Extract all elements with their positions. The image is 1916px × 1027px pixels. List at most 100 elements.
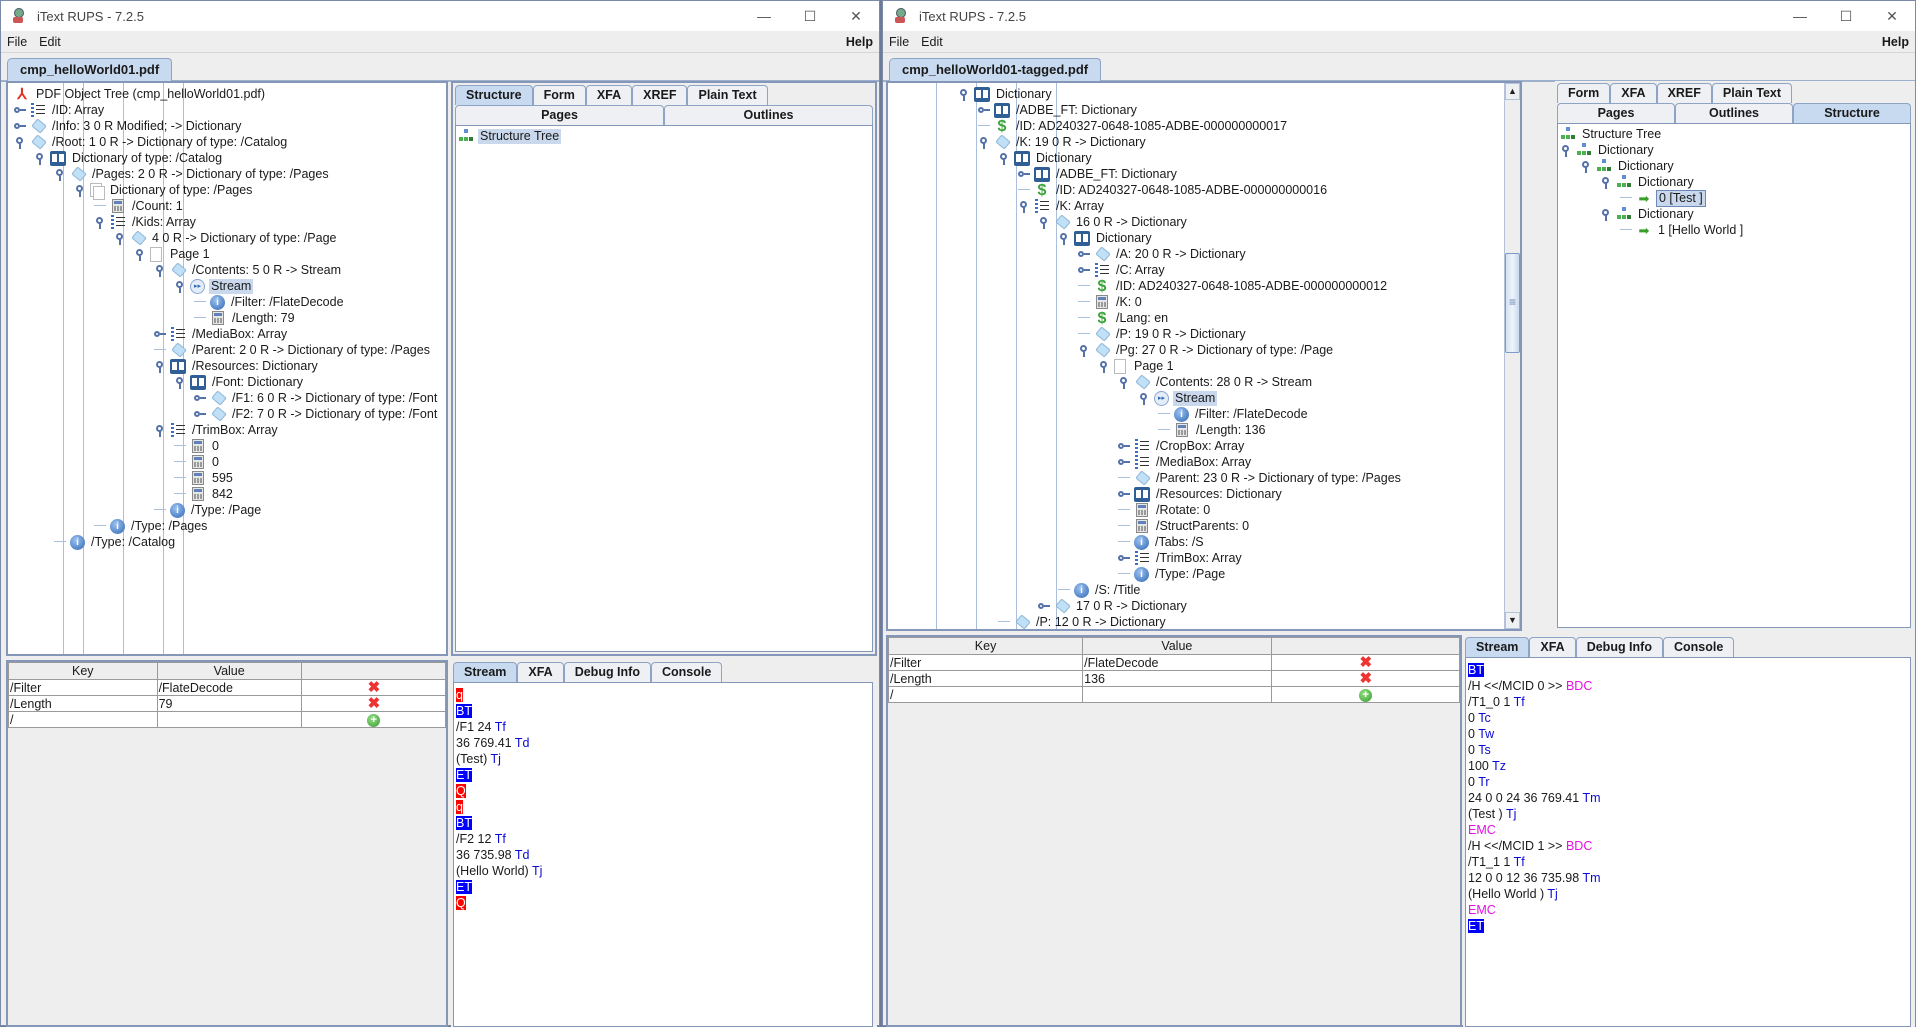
tree-node[interactable]: 16 0 R -> Dictionary <box>1038 214 1189 230</box>
stream-content[interactable]: q BT/F1 24 Tf 36 769.41 Td (Test) Tj ET Qq BT /… <box>453 682 873 1027</box>
tree-node[interactable]: 4 0 R -> Dictionary of type: /Page <box>114 230 338 246</box>
tree-node[interactable]: i/Filter: /FlateDecode <box>1158 406 1310 422</box>
minimize-button[interactable]: — <box>1777 1 1823 31</box>
tab-structure[interactable]: Structure <box>455 85 533 105</box>
tab-xfa[interactable]: XFA <box>585 85 633 105</box>
tree-node[interactable]: i/Filter: /FlateDecode <box>194 294 346 310</box>
tree-node[interactable]: /Info: 3 0 R Modified; -> Dictionary <box>14 118 243 134</box>
collapse-handle-icon[interactable] <box>114 233 126 245</box>
tab-pages[interactable]: Pages <box>455 105 664 125</box>
tree-node[interactable]: /P: 12 0 R -> Dictionary <box>998 614 1168 629</box>
collapse-handle-icon[interactable] <box>74 185 86 197</box>
value-cell[interactable] <box>156 711 302 728</box>
tree-node[interactable]: i/Type: /Page <box>1118 566 1227 582</box>
tree-node[interactable]: Dictionary of type: /Catalog <box>34 150 224 166</box>
table-row[interactable]: /Filter/FlateDecode ✖ <box>887 654 1461 671</box>
value-cell[interactable]: /FlateDecode <box>156 679 302 696</box>
tab-xfa[interactable]: XFA <box>1610 83 1657 103</box>
column-header[interactable]: Value <box>1082 637 1272 655</box>
expand-handle-icon[interactable] <box>1118 489 1130 499</box>
tab-xfa[interactable]: XFA <box>1529 637 1576 657</box>
collapse-handle-icon[interactable] <box>1098 361 1110 373</box>
tab-plain-text[interactable]: Plain Text <box>1711 83 1793 103</box>
collapse-handle-icon[interactable] <box>1580 161 1592 173</box>
tab-outlines[interactable]: Outlines <box>664 105 873 125</box>
value-cell[interactable] <box>1082 686 1272 703</box>
collapse-handle-icon[interactable] <box>154 361 166 373</box>
table-row[interactable]: / + <box>887 686 1461 703</box>
minimize-button[interactable]: — <box>741 1 787 31</box>
tree-node[interactable]: i/Tabs: /S <box>1118 534 1206 550</box>
document-tab[interactable]: cmp_helloWorld01-tagged.pdf <box>889 58 1102 82</box>
tab-plain-text[interactable]: Plain Text <box>687 85 768 105</box>
action-cell[interactable]: + <box>300 711 447 728</box>
tree-node[interactable]: /MediaBox: Array <box>1118 454 1253 470</box>
tree-node[interactable]: /Font: Dictionary <box>174 374 305 390</box>
expand-handle-icon[interactable] <box>14 105 26 115</box>
collapse-handle-icon[interactable] <box>1038 217 1050 229</box>
menu-help[interactable]: Help <box>846 35 873 49</box>
tree-node[interactable]: /C: Array <box>1078 262 1167 278</box>
tree-node[interactable]: 842 <box>174 486 235 502</box>
tab-stream[interactable]: Stream <box>453 662 518 682</box>
menu-edit[interactable]: Edit <box>921 35 943 49</box>
collapse-handle-icon[interactable] <box>34 153 46 165</box>
tree-node[interactable]: Structure Tree <box>458 128 562 144</box>
tree-node[interactable]: Dictionary <box>1600 174 1696 190</box>
tree-node[interactable]: 0 <box>174 438 221 454</box>
tab-form[interactable]: Form <box>1557 83 1611 103</box>
tree-node[interactable]: /Pages: 2 0 R -> Dictionary of type: /Pa… <box>54 166 331 182</box>
add-entry-icon[interactable]: + <box>367 714 381 727</box>
tree-node[interactable]: /Kids: Array <box>94 214 198 230</box>
collapse-handle-icon[interactable] <box>1138 393 1150 405</box>
tree-node[interactable]: /Resources: Dictionary <box>1118 486 1284 502</box>
tree-node[interactable]: ⅄ PDF Object Tree (cmp_helloWorld01.pdf) <box>14 86 267 102</box>
value-cell[interactable]: 136 <box>1082 670 1272 687</box>
tree-node[interactable]: /MediaBox: Array <box>154 326 289 342</box>
key-value-table[interactable]: Key Value/Filter/FlateDecode ✖/Length 136 ✖ /… <box>887 637 1461 703</box>
key-cell[interactable]: / <box>887 686 1084 703</box>
tree-node[interactable]: /A: 20 0 R -> Dictionary <box>1078 246 1248 262</box>
tree-node[interactable]: Dictionary <box>958 86 1054 102</box>
tree-node[interactable]: /K: Array <box>1018 198 1106 214</box>
delete-entry-icon[interactable]: ✖ <box>368 679 381 696</box>
menu-file[interactable]: File <box>7 35 27 49</box>
tree-node[interactable]: /Length: 136 <box>1158 422 1268 438</box>
tree-node[interactable]: Dictionary <box>1580 158 1676 174</box>
delete-entry-icon[interactable]: ✖ <box>368 695 381 712</box>
key-cell[interactable]: /Length <box>8 695 158 712</box>
scroll-up-button[interactable]: ▲ <box>1505 83 1520 100</box>
tree-node[interactable]: 17 0 R -> Dictionary <box>1038 598 1189 614</box>
tree-node[interactable]: /StructParents: 0 <box>1118 518 1251 534</box>
pdf-object-tree[interactable]: Dictionary/ADBE_FT: Dictionary $ /ID: AD24… <box>886 81 1522 631</box>
tree-node[interactable]: Page 1 <box>1098 358 1176 374</box>
scroll-thumb[interactable] <box>1505 253 1520 353</box>
tree-node[interactable]: $ /ID: AD240327-0648-1085-ADBE-0000000000… <box>978 118 1289 134</box>
collapse-handle-icon[interactable] <box>1600 177 1612 189</box>
collapse-handle-icon[interactable] <box>174 281 186 293</box>
tree-node[interactable]: /ADBE_FT: Dictionary <box>978 102 1139 118</box>
key-value-table[interactable]: Key Value/Filter/FlateDecode ✖/Length 79 ✖ / + <box>8 662 447 728</box>
tab-outlines[interactable]: Outlines <box>1675 103 1793 123</box>
column-header[interactable] <box>300 662 447 680</box>
tree-node[interactable]: i/Type: /Page <box>154 502 263 518</box>
tree-node[interactable]: 0 <box>174 454 221 470</box>
action-cell[interactable]: ✖ <box>300 679 447 696</box>
key-cell[interactable]: /Length <box>887 670 1084 687</box>
tree-node[interactable]: /K: 19 0 R -> Dictionary <box>978 134 1148 150</box>
tree-node[interactable]: /Contents: 28 0 R -> Stream <box>1118 374 1314 390</box>
tree-node[interactable]: /Resources: Dictionary <box>154 358 320 374</box>
collapse-handle-icon[interactable] <box>154 265 166 277</box>
tree-node[interactable]: Dictionary <box>998 150 1094 166</box>
collapse-handle-icon[interactable] <box>998 153 1010 165</box>
close-button[interactable]: ✕ <box>833 1 879 31</box>
tree-node[interactable]: /Contents: 5 0 R -> Stream <box>154 262 343 278</box>
tree-node[interactable]: Dictionary <box>1058 230 1154 246</box>
tree-node[interactable]: /TrimBox: Array <box>154 422 280 438</box>
collapse-handle-icon[interactable] <box>154 425 166 437</box>
expand-handle-icon[interactable] <box>978 105 990 115</box>
table-row[interactable]: /Length 79 ✖ <box>8 695 447 712</box>
expand-handle-icon[interactable] <box>194 393 206 403</box>
expand-handle-icon[interactable] <box>194 409 206 419</box>
tab-structure[interactable]: Structure <box>1793 103 1911 123</box>
